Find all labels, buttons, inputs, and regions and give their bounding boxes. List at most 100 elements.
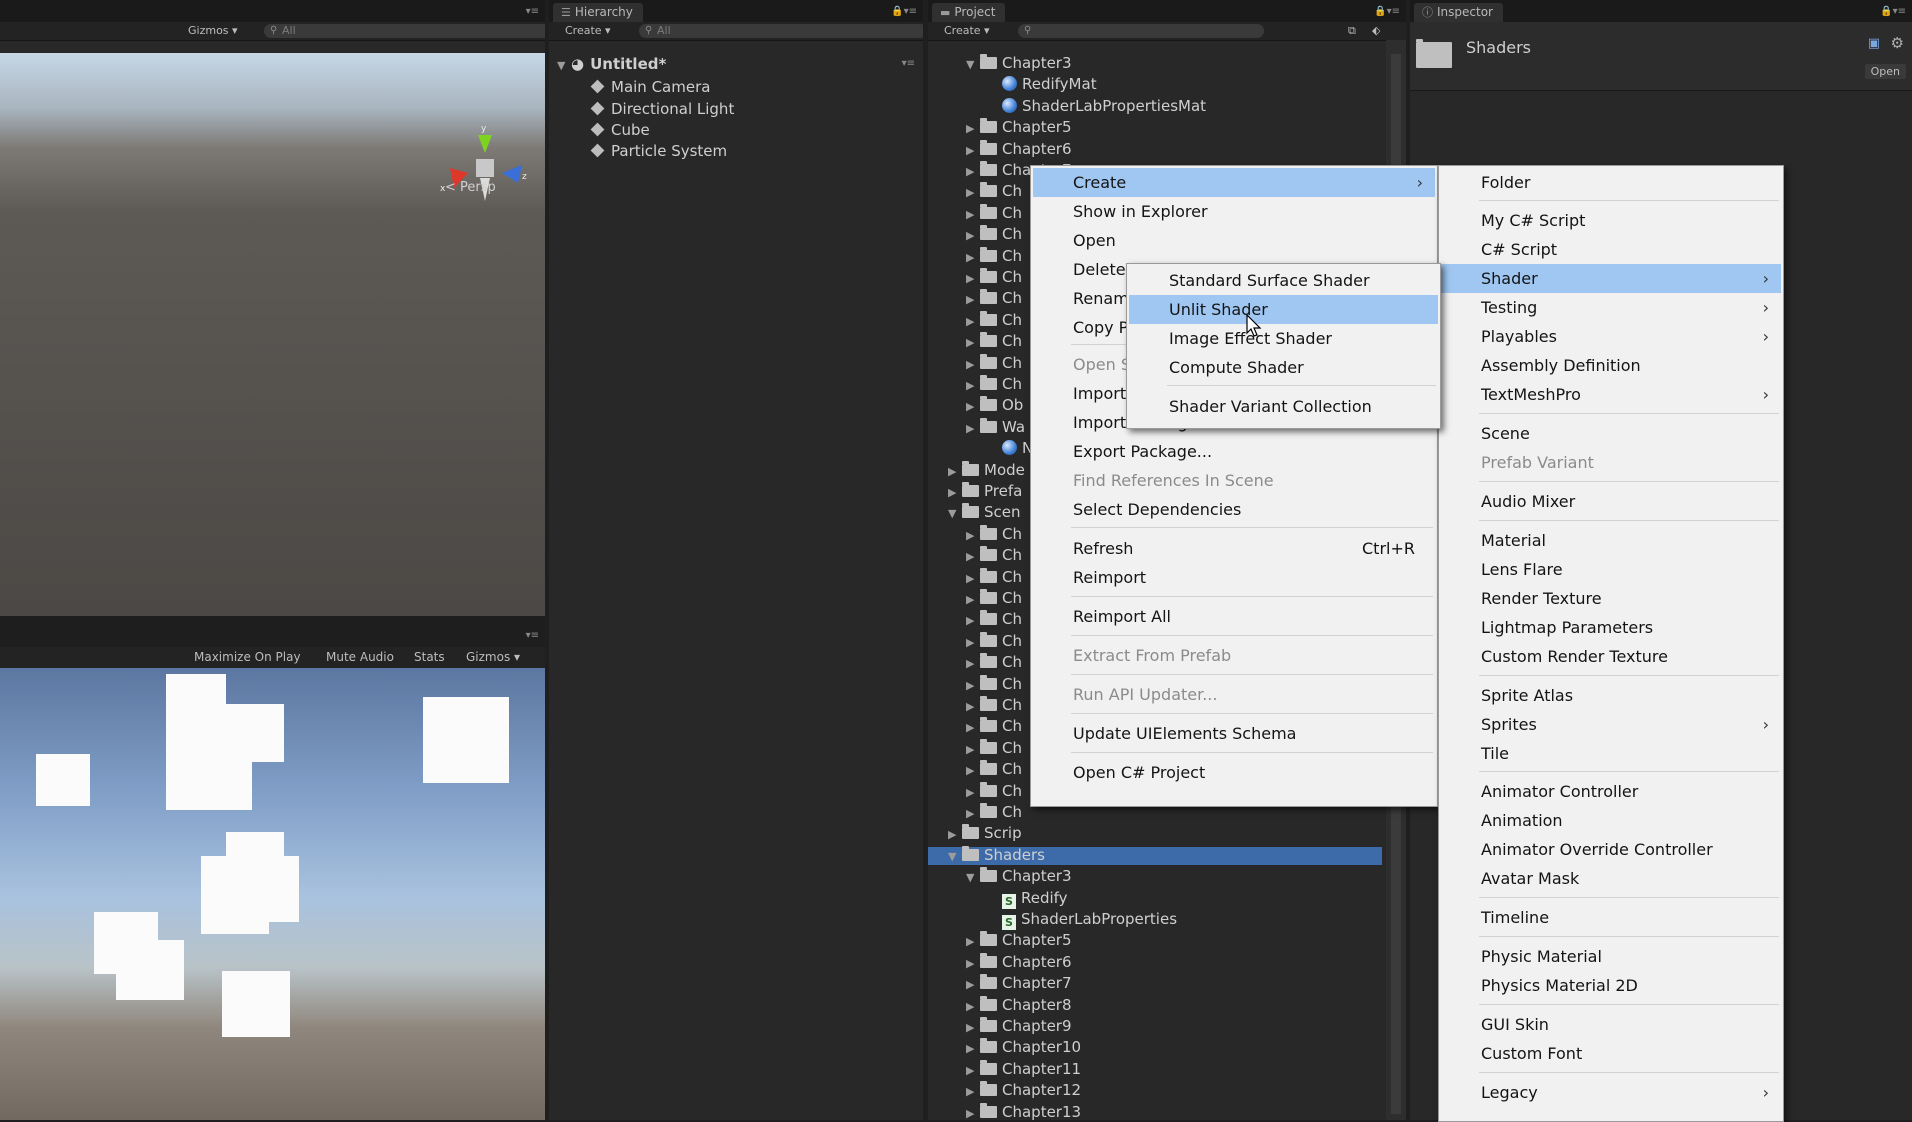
hierarchy-item[interactable]: Particle System [590, 141, 727, 162]
expanded-arrow-icon[interactable]: ▼ [948, 846, 962, 867]
project-tree-row[interactable]: ▶ Ch [966, 267, 1022, 288]
menu-item-animation[interactable]: Animation [1441, 806, 1781, 835]
collapsed-arrow-icon[interactable]: ▶ [966, 332, 980, 353]
menu-item-c-script[interactable]: C# Script [1441, 235, 1781, 264]
project-tree-row[interactable]: ▶ Ob [966, 395, 1023, 416]
expanded-arrow-icon[interactable]: ▼ [966, 867, 980, 888]
collapsed-arrow-icon[interactable]: ▶ [966, 1060, 980, 1081]
project-tree-row[interactable]: ▶ Ch [966, 802, 1022, 823]
project-tree-row[interactable]: ▼ Chapter3 [966, 866, 1072, 887]
project-tree-row[interactable]: ▶ Chapter7 [966, 973, 1072, 994]
gizmo-y-axis[interactable] [478, 135, 492, 153]
collapsed-arrow-icon[interactable]: ▶ [966, 675, 980, 696]
project-tree-row[interactable]: ▶ Ch [966, 631, 1022, 652]
project-tree-row[interactable]: ▶ Ch [966, 353, 1022, 374]
open-button[interactable]: Open [1864, 64, 1906, 79]
menu-item-custom-font[interactable]: Custom Font [1441, 1039, 1781, 1068]
collapsed-arrow-icon[interactable]: ▶ [966, 140, 980, 161]
menu-item-custom-render-texture[interactable]: Custom Render Texture [1441, 642, 1781, 671]
collapsed-arrow-icon[interactable]: ▶ [966, 610, 980, 631]
project-tree-row[interactable]: ▶ Chapter8 [966, 995, 1072, 1016]
project-tree-row[interactable]: ▶ Ch [966, 203, 1022, 224]
project-tree-row[interactable]: ▶ Chapter6 [966, 952, 1072, 973]
menu-item-textmeshpro[interactable]: TextMeshPro › [1441, 380, 1781, 409]
game-view[interactable] [0, 668, 545, 1120]
persp-label[interactable]: < Persp [445, 180, 496, 195]
project-tree-row[interactable]: ▶ Ch [966, 224, 1022, 245]
project-tree-row[interactable]: ▶ Ch [966, 674, 1022, 695]
project-tree-row[interactable]: S Redify [988, 888, 1068, 909]
menu-item-render-texture[interactable]: Render Texture [1441, 584, 1781, 613]
project-tree-row[interactable]: ▶ Chapter5 [966, 930, 1072, 951]
collapsed-arrow-icon[interactable]: ▶ [966, 996, 980, 1017]
collapsed-arrow-icon[interactable]: ▶ [948, 824, 962, 845]
collapsed-arrow-icon[interactable]: ▶ [966, 546, 980, 567]
collapsed-arrow-icon[interactable]: ▶ [966, 931, 980, 952]
menu-item-refresh[interactable]: Refresh Ctrl+R [1033, 534, 1435, 563]
expand-arrow-icon[interactable]: ▼ [557, 55, 571, 76]
menu-item-sprite-atlas[interactable]: Sprite Atlas [1441, 681, 1781, 710]
menu-item-animator-override-controller[interactable]: Animator Override Controller [1441, 835, 1781, 864]
project-tree-row[interactable]: ▶ Ch [966, 545, 1022, 566]
panel-menu-icon[interactable]: ▾≡ [526, 6, 539, 17]
tab-hierarchy[interactable]: ☰ Hierarchy [553, 3, 643, 22]
menu-item-folder[interactable]: Folder [1441, 168, 1781, 197]
collapsed-arrow-icon[interactable]: ▶ [966, 717, 980, 738]
maximize-on-play-button[interactable]: Maximize On Play [188, 647, 307, 668]
project-tree-row[interactable]: ▶ Scrip [948, 823, 1022, 844]
gear-icon[interactable]: ⚙ [1891, 34, 1904, 52]
mute-audio-button[interactable]: Mute Audio [320, 647, 400, 668]
menu-item-my-c-script[interactable]: My C# Script [1441, 206, 1781, 235]
gizmos-button[interactable]: Gizmos ▾ [182, 22, 244, 40]
scene-gizmo[interactable]: y x z [440, 123, 530, 213]
collapsed-arrow-icon[interactable]: ▶ [966, 418, 980, 439]
menu-item-material[interactable]: Material [1441, 526, 1781, 555]
menu-item-assembly-definition[interactable]: Assembly Definition [1441, 351, 1781, 380]
collapsed-arrow-icon[interactable]: ▶ [966, 225, 980, 246]
gizmo-z-axis[interactable] [502, 165, 522, 183]
hierarchy-search-input[interactable]: All [639, 24, 923, 38]
project-tree-row[interactable]: ▶ Chapter5 [966, 117, 1072, 138]
project-tree-row[interactable]: ▶ Chapter9 [966, 1016, 1072, 1037]
menu-item-physic-material[interactable]: Physic Material [1441, 942, 1781, 971]
hierarchy-lock-icon[interactable]: 🔒▾≡ [891, 6, 917, 17]
project-tree-row[interactable]: ▶ Chapter6 [966, 139, 1072, 160]
project-tree-row[interactable]: ▶ Ch [966, 331, 1022, 352]
game-gizmos-button[interactable]: Gizmos ▾ [460, 647, 526, 668]
scene-search-input[interactable]: All [264, 24, 545, 38]
collapsed-arrow-icon[interactable]: ▶ [966, 760, 980, 781]
help-icon[interactable]: ▣ [1868, 36, 1880, 51]
project-tree-row[interactable]: S ShaderLabProperties [988, 909, 1177, 930]
project-tree-row[interactable]: ▶ Chapter12 [966, 1080, 1081, 1101]
expanded-arrow-icon[interactable]: ▼ [966, 54, 980, 75]
collapsed-arrow-icon[interactable]: ▶ [966, 375, 980, 396]
project-tree-row[interactable]: ▶ Ch [966, 310, 1022, 331]
project-tree-row[interactable]: ShaderLabPropertiesMat [988, 96, 1206, 117]
collapsed-arrow-icon[interactable]: ▶ [966, 632, 980, 653]
menu-item-physics-material-2d[interactable]: Physics Material 2D [1441, 971, 1781, 1000]
menu-item-avatar-mask[interactable]: Avatar Mask [1441, 864, 1781, 893]
project-tree-row[interactable]: ▼ Scen [948, 502, 1021, 523]
scene-row-menu-icon[interactable]: ▾≡ [902, 58, 915, 69]
menu-item-playables[interactable]: Playables › [1441, 322, 1781, 351]
collapsed-arrow-icon[interactable]: ▶ [966, 803, 980, 824]
collapsed-arrow-icon[interactable]: ▶ [966, 268, 980, 289]
expanded-arrow-icon[interactable]: ▼ [948, 503, 962, 524]
menu-item-open-c-project[interactable]: Open C# Project [1033, 758, 1435, 787]
collapsed-arrow-icon[interactable]: ▶ [966, 1038, 980, 1059]
hierarchy-item[interactable]: Directional Light [590, 99, 734, 120]
project-tree-row[interactable]: ▶ Ch [966, 738, 1022, 759]
project-tree-row[interactable]: ▶ Ch [966, 181, 1022, 202]
menu-item-image-effect-shader[interactable]: Image Effect Shader [1129, 324, 1438, 353]
stats-button[interactable]: Stats [408, 647, 451, 668]
menu-item-compute-shader[interactable]: Compute Shader [1129, 353, 1438, 382]
project-tree-row[interactable]: ▶ Ch [966, 759, 1022, 780]
menu-item-shader-variant-collection[interactable]: Shader Variant Collection [1129, 392, 1438, 421]
hierarchy-item[interactable]: Cube [590, 120, 650, 141]
project-tree-row[interactable]: ▶ Wa [966, 417, 1025, 438]
project-tree-row[interactable]: ▶ Ch [966, 695, 1022, 716]
menu-item-standard-surface-shader[interactable]: Standard Surface Shader [1129, 266, 1438, 295]
menu-item-gui-skin[interactable]: GUI Skin [1441, 1010, 1781, 1039]
collapsed-arrow-icon[interactable]: ▶ [966, 182, 980, 203]
menu-item-reimport[interactable]: Reimport [1033, 563, 1435, 592]
